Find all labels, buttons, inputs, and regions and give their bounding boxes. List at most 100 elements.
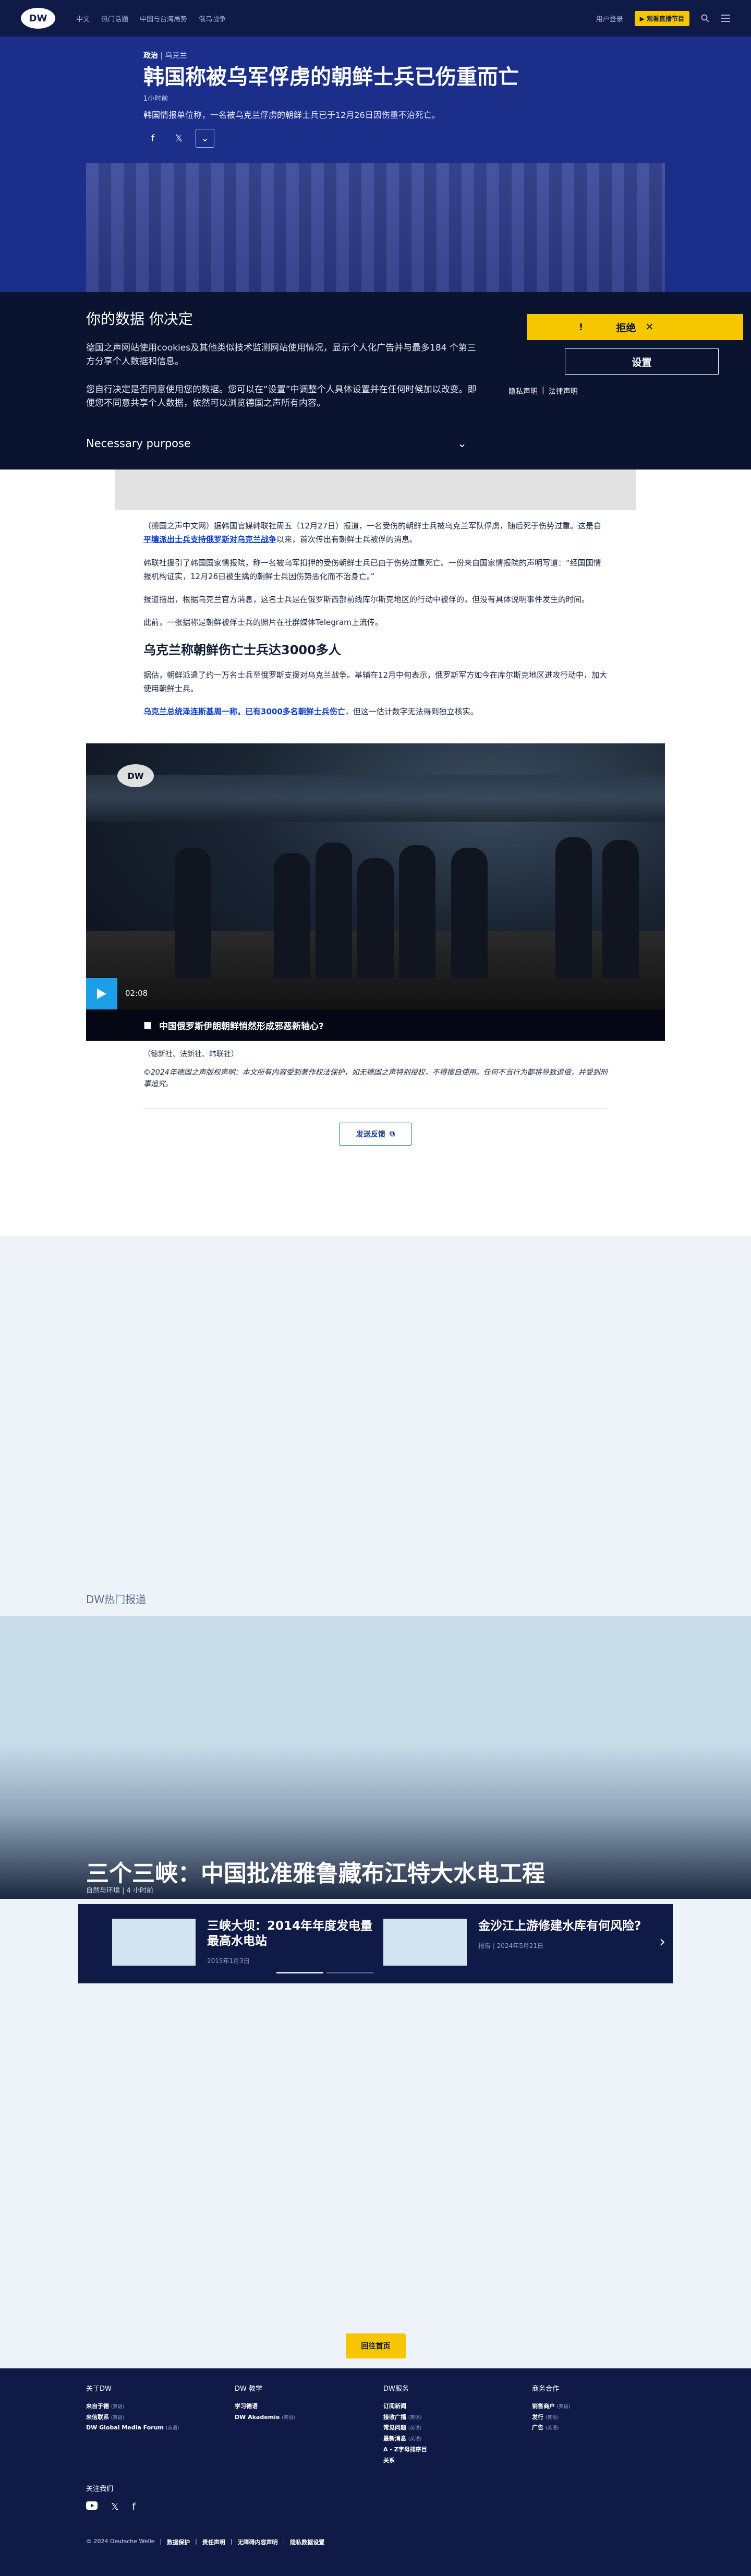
footer-link[interactable]: DW Global Media Forum (英语) — [86, 2423, 179, 2434]
reject-label: 拒绝 — [616, 322, 636, 334]
footer-link[interactable]: A - Z字母排序目 — [383, 2445, 427, 2455]
footer-heading: 关于DW — [86, 2385, 112, 2393]
nav-links: 中文 热门话题 中国与台湾局势 俄乌战争 — [76, 14, 226, 23]
paragraph: 乌克兰总统泽连斯基周一称，已有3000多名朝鲜士兵伤亡，但这一估计数字无法得到独… — [143, 707, 478, 716]
hot-carousel: 三峡大坝：2014年年度发电量最高水电站 2015年1月3日 金沙江上游修建水库… — [78, 1904, 673, 1983]
carousel-dot[interactable] — [276, 1972, 323, 1973]
video-still — [86, 743, 665, 1009]
footer-heading: DW 教学 — [235, 2385, 262, 2393]
settings-button[interactable]: 设置 — [565, 348, 719, 375]
footer-link[interactable]: 来自于德 (英语) — [86, 2401, 179, 2412]
article-body: （德国之声中文网）据韩国官媒韩联社周五（12月27日）报道，一名受伤的朝鲜士兵被… — [0, 470, 751, 1236]
necessary-purpose-toggle[interactable]: Necessary purpose ⌄ — [86, 437, 467, 450]
nav-link-china-taiwan[interactable]: 中国与台湾局势 — [140, 14, 187, 23]
dw-logo[interactable]: DW — [21, 8, 55, 29]
video-caption: ■ 中国俄罗斯伊朗朝鲜悄然形成邪恶新轴心? — [86, 1009, 665, 1041]
live-button-label: 观看直播节目 — [646, 15, 684, 22]
paragraph: 报道指出，根据乌克兰官方消息，这名士兵是在俄罗斯西部前线库尔斯克地区的行动中被俘… — [143, 595, 590, 604]
consent-text-2: 您自行决定是否同意使用您的数据。您可以在“设置”中调整个人具体设置并在任何时候加… — [86, 384, 477, 408]
legal-link[interactable]: 法律声明 — [549, 386, 578, 396]
x-icon[interactable]: 𝕏 — [111, 2501, 119, 2512]
close-icon: ✕ — [645, 321, 654, 333]
hot-story-meta: 自然与环境 | 4 小时前 — [86, 1887, 154, 1895]
card-thumbnail — [112, 1919, 196, 1966]
footer-legal-link[interactable]: 无障碍内容声明 — [238, 2538, 278, 2546]
inline-link[interactable]: 平壤派出士兵支持俄罗斯对乌克兰战争 — [143, 535, 276, 544]
login-link[interactable]: 用户登录 — [596, 14, 623, 23]
share-bar: f 𝕏 ⌄ — [143, 129, 608, 148]
footer-link[interactable]: DW Akademie (英语) — [235, 2412, 295, 2423]
x-icon[interactable]: 𝕏 — [169, 129, 188, 148]
facebook-icon[interactable]: f — [132, 2501, 136, 2512]
article-lead: 韩国情报单位称，一名被乌克兰俘虏的朝鲜士兵已于12月26日因伤重不治死亡。 — [143, 110, 440, 120]
live-button[interactable]: ▶ 观看直播节目 — [634, 10, 689, 26]
copyright-note: ©2024年德国之声版权声明：本文所有内容受到著作权法保护，如无德国之声特别授权… — [143, 1068, 608, 1089]
hero-image-bottom — [115, 470, 636, 510]
footer-link[interactable]: 广告 (英语) — [532, 2423, 570, 2434]
video-caption-text: 中国俄罗斯伊朗朝鲜悄然形成邪恶新轴心? — [159, 1021, 324, 1032]
photo-credit: （德新社、法新社、韩联社） — [143, 1050, 238, 1058]
feedback-label: 发送反馈 — [356, 1130, 385, 1139]
reject-button[interactable]: ! 拒绝 ✕ — [527, 314, 743, 340]
footer-heading: DW服务 — [383, 2385, 409, 2393]
breadcrumb-region[interactable]: 乌克兰 — [165, 52, 187, 60]
nav-link-russia-ukraine[interactable]: 俄乌战争 — [199, 14, 226, 23]
feedback-button[interactable]: 发送反馈 ⧉ — [339, 1123, 412, 1146]
footer-link[interactable]: 发行 (英语) — [532, 2412, 570, 2423]
footer-legal-link[interactable]: 隐私数据设置 — [290, 2538, 324, 2546]
consent-text-1: 德国之声网站使用cookies及其他类似技术监测网站使用情况，显示个人化广告并与… — [86, 343, 476, 367]
footer-link[interactable]: 常见问题 (英语) — [383, 2423, 427, 2434]
breadcrumb-category[interactable]: 政治 — [143, 52, 158, 60]
footer-legal-link[interactable]: 责任声明 — [202, 2538, 225, 2546]
footer-copyright: © 2024 Deutsche Welle — [86, 2538, 155, 2545]
facebook-icon[interactable]: f — [143, 129, 162, 148]
card-date: 报告 | 2024年5月21日 — [478, 1942, 544, 1949]
footer-column-business: 商务合作 销售商户 (英语) 发行 (英语) 广告 (英语) — [532, 2383, 570, 2434]
search-icon[interactable] — [701, 14, 709, 22]
consent-banner: 你的数据 你决定 德国之声网站使用cookies及其他类似技术监测网站使用情况，… — [0, 292, 751, 470]
footer-column-learn: DW 教学 学习德语 DW Akademie (英语) — [235, 2383, 295, 2423]
play-button[interactable] — [86, 978, 117, 1009]
carousel-card[interactable]: 三峡大坝：2014年年度发电量最高水电站 2015年1月3日 — [112, 1919, 374, 1966]
article-title: 韩国称被乌军俘虏的朝鲜士兵已伤重而亡 — [143, 65, 519, 89]
breadcrumb: 政治 | 乌克兰 — [143, 52, 187, 60]
home-button[interactable]: 回往首页 — [346, 2333, 406, 2358]
privacy-link[interactable]: 隐私声明 — [508, 386, 538, 396]
card-title: 金沙江上游修建水库有何风险? — [478, 1919, 641, 1933]
video-duration: 02:08 — [125, 989, 148, 998]
card-date: 2015年1月3日 — [207, 1957, 250, 1965]
footer-link[interactable]: 关系 — [383, 2455, 427, 2466]
video-camera-icon: ■ — [143, 1020, 152, 1030]
footer-legal-link[interactable]: 数据保护 — [167, 2538, 190, 2546]
nav-link-chinese[interactable]: 中文 — [76, 14, 90, 23]
paragraph: （德国之声中文网）据韩国官媒韩联社周五（12月27日）报道，一名受伤的朝鲜士兵被… — [143, 521, 602, 545]
follow-us-label: 关注我们 — [86, 2485, 114, 2493]
chevron-right-icon[interactable]: › — [659, 1933, 665, 1951]
hot-section-label: DW热门报道 — [86, 1593, 147, 1606]
consent-legal-links: 隐私声明 | 法律声明 — [508, 386, 578, 396]
footer-link[interactable]: 销售商户 (英语) — [532, 2401, 570, 2412]
nav-link-hot-topics[interactable]: 热门话题 — [101, 14, 128, 23]
carousel-dot[interactable] — [326, 1972, 373, 1973]
footer-link[interactable]: 接收广播 (英语) — [383, 2412, 427, 2423]
nav-right: 用户登录 ▶ 观看直播节目 — [596, 10, 730, 26]
footer-link[interactable]: 订阅新闻 — [383, 2401, 427, 2412]
copy-icon: ⧉ — [390, 1130, 395, 1138]
footer-link[interactable]: 最新消息 (英语) — [383, 2434, 427, 2445]
dw-watermark: DW — [117, 764, 154, 787]
hot-story-title[interactable]: 三个三峡：中国批准雅鲁藏布江特大水电工程 — [86, 1855, 545, 1888]
paragraph: 据估，朝鲜派遣了约一万名士兵至俄罗斯支援对乌克兰战争。基辅在12月中旬表示，俄罗… — [143, 670, 608, 693]
video-player[interactable]: DW 02:08 ■ 中国俄罗斯伊朗朝鲜悄然形成邪恶新轴心? — [86, 743, 665, 1041]
carousel-card[interactable]: 金沙江上游修建水库有何风险? 报告 | 2024年5月21日 — [383, 1919, 645, 1966]
chevron-down-icon: ⌄ — [457, 437, 467, 450]
card-title: 三峡大坝：2014年年度发电量最高水电站 — [207, 1919, 373, 1948]
footer-link[interactable]: 来信联系 (英语) — [86, 2412, 179, 2423]
inline-link[interactable]: 乌克兰总统泽连斯基周一称，已有3000多名朝鲜士兵伤亡 — [143, 707, 345, 716]
top-nav: DW 中文 热门话题 中国与台湾局势 俄乌战争 用户登录 ▶ 观看直播节目 — [0, 0, 751, 37]
footer-link[interactable]: 学习德语 — [235, 2401, 295, 2412]
chevron-down-icon[interactable]: ⌄ — [196, 129, 214, 148]
footer-column-services: DW服务 订阅新闻 接收广播 (英语) 常见问题 (英语) 最新消息 (英语) … — [383, 2383, 427, 2466]
youtube-icon[interactable] — [86, 2501, 98, 2512]
article-date: 1小时前 — [143, 95, 168, 103]
menu-icon[interactable] — [721, 15, 730, 22]
